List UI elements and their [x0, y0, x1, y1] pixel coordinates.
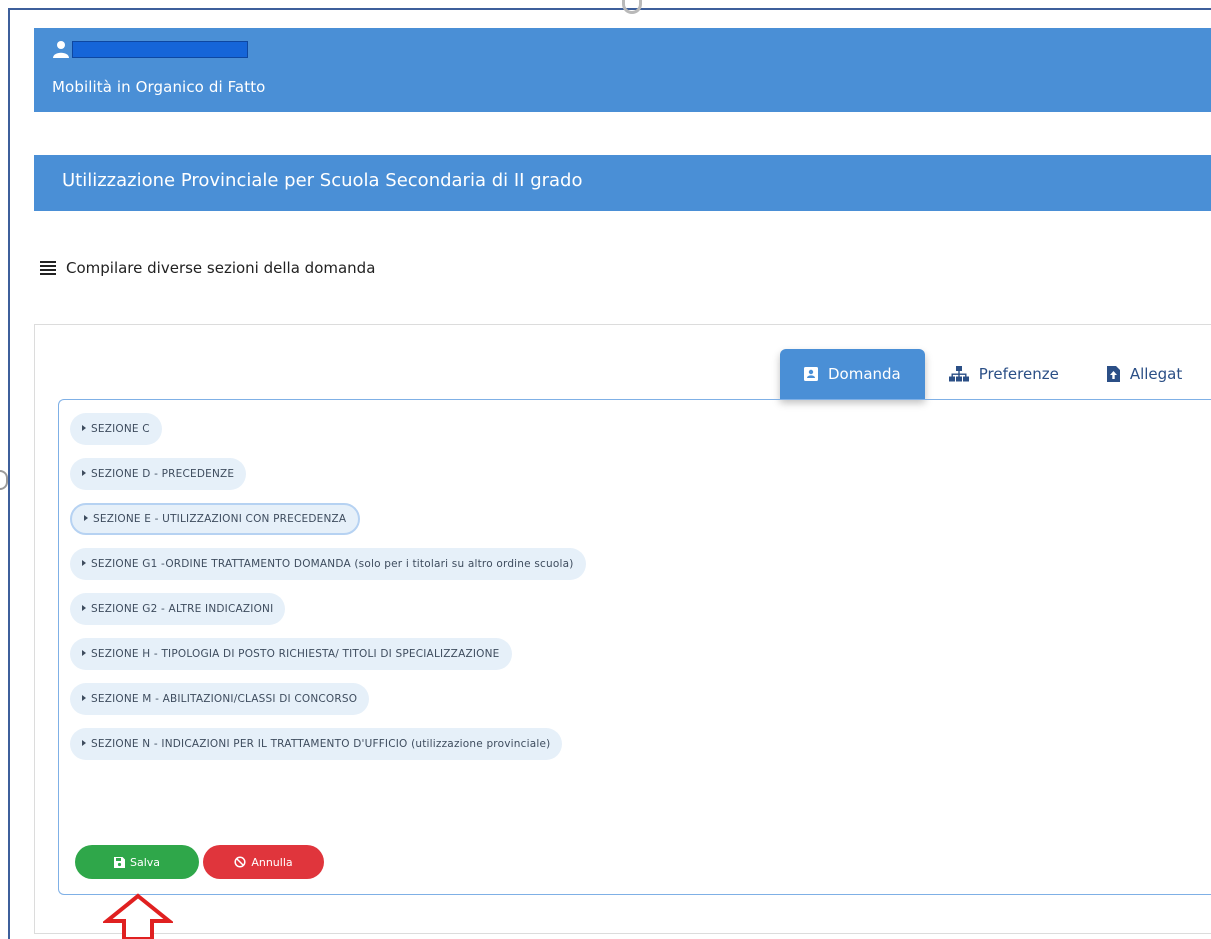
loading-spinner-icon [622, 0, 642, 14]
window-frame-top [8, 8, 1211, 10]
section-h[interactable]: SEZIONE H - TIPOLOGIA DI POSTO RICHIESTA… [70, 638, 512, 670]
page-title: Utilizzazione Provinciale per Scuola Sec… [62, 170, 583, 191]
save-button[interactable]: Salva [75, 845, 199, 879]
floppy-disk-icon [113, 856, 125, 868]
sidebar-toggle-handle[interactable] [0, 470, 8, 490]
tab-domanda[interactable]: Domanda [780, 349, 925, 399]
section-n[interactable]: SEZIONE N - INDICAZIONI PER IL TRATTAMEN… [70, 728, 563, 760]
section-g2[interactable]: SEZIONE G2 - ALTRE INDICAZIONI [70, 593, 286, 625]
cancel-button-label: Annulla [251, 855, 293, 869]
tab-allegati[interactable]: Allegat [1083, 349, 1182, 399]
tab-bar: Domanda Preferenze Allegat [780, 349, 1182, 399]
save-button-label: Salva [129, 855, 161, 869]
list-icon [40, 261, 56, 275]
ban-icon [234, 856, 246, 868]
section-c[interactable]: SEZIONE C [70, 413, 162, 445]
sitemap-icon [948, 366, 969, 382]
window-frame-left [8, 8, 10, 939]
section-e[interactable]: SEZIONE E - UTILIZZAZIONI CON PRECEDENZA [70, 503, 361, 535]
tab-preferenze[interactable]: Preferenze [925, 349, 1083, 399]
cancel-button[interactable]: Annulla [203, 845, 324, 879]
tab-preferenze-label: Preferenze [978, 365, 1059, 383]
file-upload-icon [1106, 366, 1120, 382]
section-d[interactable]: SEZIONE D - PRECEDENZE [70, 458, 247, 490]
app-title: Mobilità in Organico di Fatto [52, 78, 266, 96]
tab-allegati-label: Allegat [1129, 365, 1183, 383]
user-icon [53, 41, 69, 58]
instructions: Compilare diverse sezioni della domanda [40, 259, 375, 277]
user-name-redacted [72, 41, 248, 58]
section-list: SEZIONE C SEZIONE D - PRECEDENZE SEZIONE… [70, 413, 586, 773]
instructions-text: Compilare diverse sezioni della domanda [66, 259, 376, 277]
address-card-icon [804, 367, 818, 381]
tab-domanda-label: Domanda [828, 365, 901, 383]
section-g1[interactable]: SEZIONE G1 -ORDINE TRATTAMENTO DOMANDA (… [70, 548, 586, 580]
section-m[interactable]: SEZIONE M - ABILITAZIONI/CLASSI DI CONCO… [70, 683, 370, 715]
arrow-up-icon [103, 893, 173, 939]
